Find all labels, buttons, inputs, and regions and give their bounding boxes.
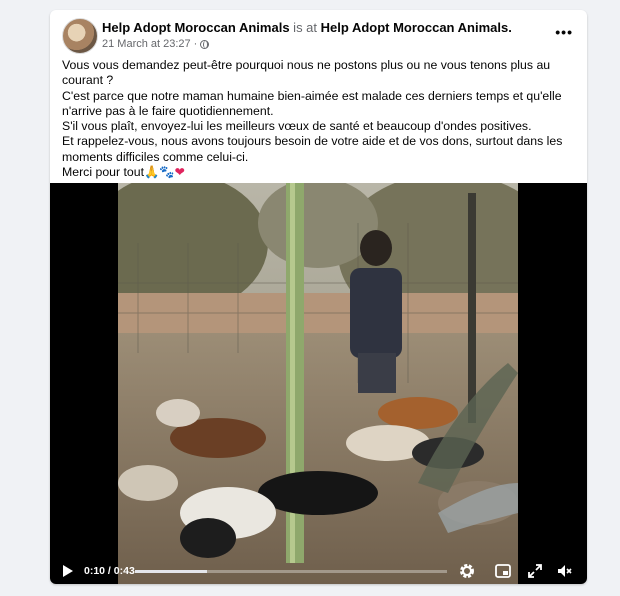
time-separator: / [105, 565, 114, 577]
is-at-text: is at [289, 20, 321, 35]
video-frame [118, 183, 518, 584]
post-timestamp[interactable]: 21 March at 23:27 [102, 38, 191, 50]
closing-text: Merci pour tout [62, 165, 145, 180]
video-player[interactable]: 0:10 / 0:43 [50, 183, 587, 584]
post-closing: Merci pour tout🙏🐾❤ [62, 165, 572, 180]
page-avatar[interactable] [62, 18, 98, 54]
video-frame-image [118, 183, 518, 584]
post-paragraph: S'il vous plaît, envoyez-lui les meilleu… [62, 119, 532, 134]
video-time: 0:10 / 0:43 [84, 565, 135, 577]
duration: 0:43 [113, 565, 135, 577]
post-meta: 21 March at 23:27 · [102, 38, 210, 50]
heart-emoji: ❤ [174, 165, 185, 180]
paw-prints-emoji: 🐾 [159, 165, 175, 180]
globe-icon [200, 39, 210, 49]
post-paragraph: C'est parce que notre maman humaine bien… [62, 88, 562, 118]
page-name-link[interactable]: Help Adopt Moroccan Animals [102, 20, 290, 35]
post-header: Help Adopt Moroccan Animals is at Help A… [62, 18, 575, 58]
post-paragraph: Et rappelez-vous, nous avons toujours be… [62, 134, 563, 164]
progress-fill [135, 570, 207, 573]
post-text: Vous vous demandez peut-être pourquoi no… [62, 58, 572, 180]
progress-bar[interactable] [135, 570, 447, 573]
author-line: Help Adopt Moroccan Animals is at Help A… [102, 20, 512, 35]
fullscreen-icon[interactable] [526, 562, 544, 580]
settings-icon[interactable] [458, 562, 476, 580]
play-icon[interactable] [63, 565, 73, 577]
location-link[interactable]: Help Adopt Moroccan Animals. [321, 20, 512, 35]
video-controls: 0:10 / 0:43 [50, 558, 587, 584]
post-card: Help Adopt Moroccan Animals is at Help A… [50, 10, 587, 584]
volume-muted-icon[interactable] [556, 562, 574, 580]
meta-separator: · [193, 38, 198, 50]
picture-in-picture-icon[interactable] [494, 562, 512, 580]
current-time: 0:10 [84, 565, 106, 577]
praying-hands-emoji: 🙏 [144, 165, 160, 180]
more-options-icon[interactable]: ••• [555, 24, 573, 40]
post-paragraph: Vous vous demandez peut-être pourquoi no… [62, 58, 551, 88]
